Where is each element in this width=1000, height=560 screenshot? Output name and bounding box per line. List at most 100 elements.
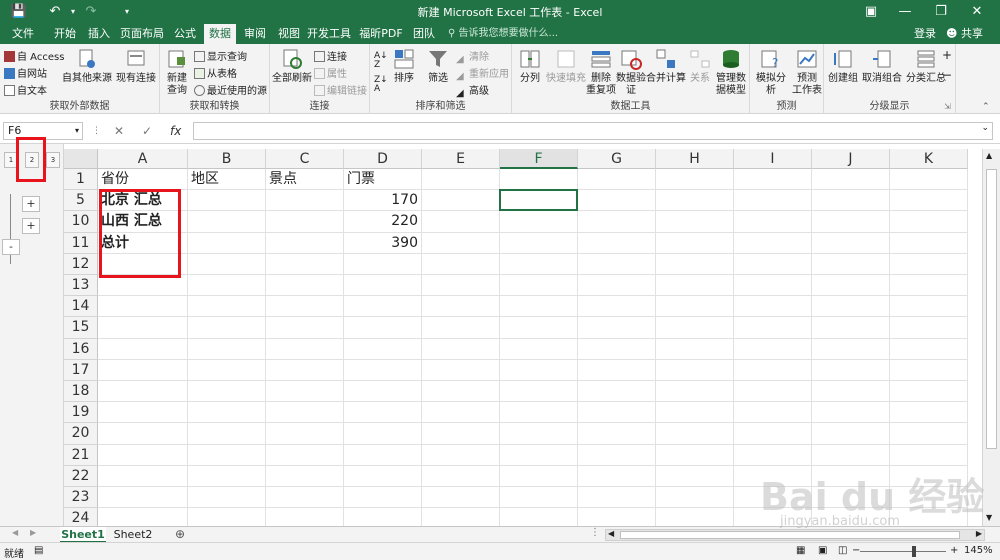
cell-a1[interactable]: 省份	[98, 169, 188, 191]
cell-i11[interactable]	[734, 232, 812, 254]
group-button[interactable]: 创建组	[826, 47, 860, 85]
cell-f24[interactable]	[500, 508, 578, 526]
cell-b24[interactable]	[188, 508, 266, 526]
cell-d21[interactable]	[344, 444, 422, 466]
cell-k10[interactable]	[890, 211, 968, 233]
share-button[interactable]: ☻ 共享	[946, 24, 983, 44]
cell-d12[interactable]	[344, 253, 422, 275]
connections-button[interactable]: 连接	[314, 48, 347, 63]
cell-h1[interactable]	[656, 169, 734, 191]
sheet-tab-sheet2[interactable]: Sheet2	[110, 527, 156, 543]
column-header-k[interactable]: K	[890, 149, 968, 169]
cell-e24[interactable]	[422, 508, 500, 526]
ribbon-display-icon[interactable]: ▣	[854, 2, 888, 22]
page-break-view-icon[interactable]: ◫	[838, 545, 847, 556]
cell-k12[interactable]	[890, 253, 968, 275]
cell-d24[interactable]	[344, 508, 422, 526]
cell-j21[interactable]	[812, 444, 890, 466]
cell-a18[interactable]	[98, 381, 188, 403]
cell-g12[interactable]	[578, 253, 656, 275]
refresh-all-button[interactable]: 全部刷新	[272, 47, 312, 85]
cell-g11[interactable]	[578, 232, 656, 254]
cell-f11[interactable]	[500, 232, 578, 254]
cell-g22[interactable]	[578, 465, 656, 487]
cell-h22[interactable]	[656, 465, 734, 487]
cell-a13[interactable]	[98, 275, 188, 297]
cell-g15[interactable]	[578, 317, 656, 339]
horizontal-scrollbar[interactable]: ◀ ▶	[605, 529, 985, 541]
cell-f14[interactable]	[500, 296, 578, 318]
cell-i12[interactable]	[734, 253, 812, 275]
cell-k19[interactable]	[890, 402, 968, 424]
cell-c21[interactable]	[266, 444, 344, 466]
scroll-up-icon[interactable]: ▲	[986, 151, 992, 160]
cell-h20[interactable]	[656, 423, 734, 445]
tab-team[interactable]: 团队	[408, 24, 440, 44]
cell-b19[interactable]	[188, 402, 266, 424]
customize-qat-icon[interactable]: ▾	[118, 3, 136, 21]
column-header-g[interactable]: G	[578, 149, 656, 169]
column-header-f[interactable]: F	[500, 149, 578, 169]
row-header[interactable]: 23	[64, 487, 98, 509]
cell-g20[interactable]	[578, 423, 656, 445]
cell-k11[interactable]	[890, 232, 968, 254]
from-table-button[interactable]: 从表格	[194, 65, 237, 80]
formula-input[interactable]: ⌄	[193, 122, 993, 140]
cell-h24[interactable]	[656, 508, 734, 526]
existing-connections-button[interactable]: 现有连接	[114, 47, 158, 85]
cell-j20[interactable]	[812, 423, 890, 445]
cell-k21[interactable]	[890, 444, 968, 466]
what-if-button[interactable]: ? 模拟分析	[752, 47, 790, 97]
cell-i15[interactable]	[734, 317, 812, 339]
horizontal-scroll-thumb[interactable]	[620, 531, 960, 539]
cell-d18[interactable]	[344, 381, 422, 403]
zoom-slider[interactable]	[860, 551, 946, 552]
row-header[interactable]: 11	[64, 232, 98, 254]
column-header-e[interactable]: E	[422, 149, 500, 169]
cell-d15[interactable]	[344, 317, 422, 339]
scroll-left-icon[interactable]: ◀	[608, 529, 614, 538]
cell-b13[interactable]	[188, 275, 266, 297]
hide-detail-icon[interactable]: −	[942, 68, 952, 82]
row-header[interactable]: 12	[64, 253, 98, 275]
cell-g14[interactable]	[578, 296, 656, 318]
row-header[interactable]: 20	[64, 423, 98, 445]
row-header[interactable]: 5	[64, 190, 98, 212]
cell-i14[interactable]	[734, 296, 812, 318]
forecast-sheet-button[interactable]: 预测 工作表	[792, 47, 822, 97]
dialog-launcher-icon[interactable]: ⇲	[944, 102, 951, 111]
cell-e14[interactable]	[422, 296, 500, 318]
cell-c14[interactable]	[266, 296, 344, 318]
cell-c16[interactable]	[266, 338, 344, 360]
cell-d14[interactable]	[344, 296, 422, 318]
cell-g13[interactable]	[578, 275, 656, 297]
cell-g16[interactable]	[578, 338, 656, 360]
cell-b22[interactable]	[188, 465, 266, 487]
column-header-b[interactable]: B	[188, 149, 266, 169]
consolidate-button[interactable]: 合并计算	[646, 47, 686, 85]
close-icon[interactable]: ✕	[960, 2, 994, 22]
cell-e1[interactable]	[422, 169, 500, 191]
cell-h19[interactable]	[656, 402, 734, 424]
name-box-dropdown-icon[interactable]: ▾	[75, 123, 79, 139]
cell-g24[interactable]	[578, 508, 656, 526]
cell-c10[interactable]	[266, 211, 344, 233]
cell-a21[interactable]	[98, 444, 188, 466]
cell-i18[interactable]	[734, 381, 812, 403]
cell-c20[interactable]	[266, 423, 344, 445]
cell-i16[interactable]	[734, 338, 812, 360]
zoom-in-icon[interactable]: +	[950, 545, 958, 556]
cell-k16[interactable]	[890, 338, 968, 360]
sort-button[interactable]: 排序	[390, 47, 418, 85]
ungroup-button[interactable]: 取消组合	[860, 47, 904, 85]
page-layout-view-icon[interactable]: ▣	[818, 545, 827, 556]
column-header-d[interactable]: D	[344, 149, 422, 169]
cell-d19[interactable]	[344, 402, 422, 424]
cell-c17[interactable]	[266, 359, 344, 381]
cell-b18[interactable]	[188, 381, 266, 403]
row-header[interactable]: 21	[64, 444, 98, 466]
cell-f15[interactable]	[500, 317, 578, 339]
cell-a23[interactable]	[98, 487, 188, 509]
cell-g10[interactable]	[578, 211, 656, 233]
cell-g21[interactable]	[578, 444, 656, 466]
